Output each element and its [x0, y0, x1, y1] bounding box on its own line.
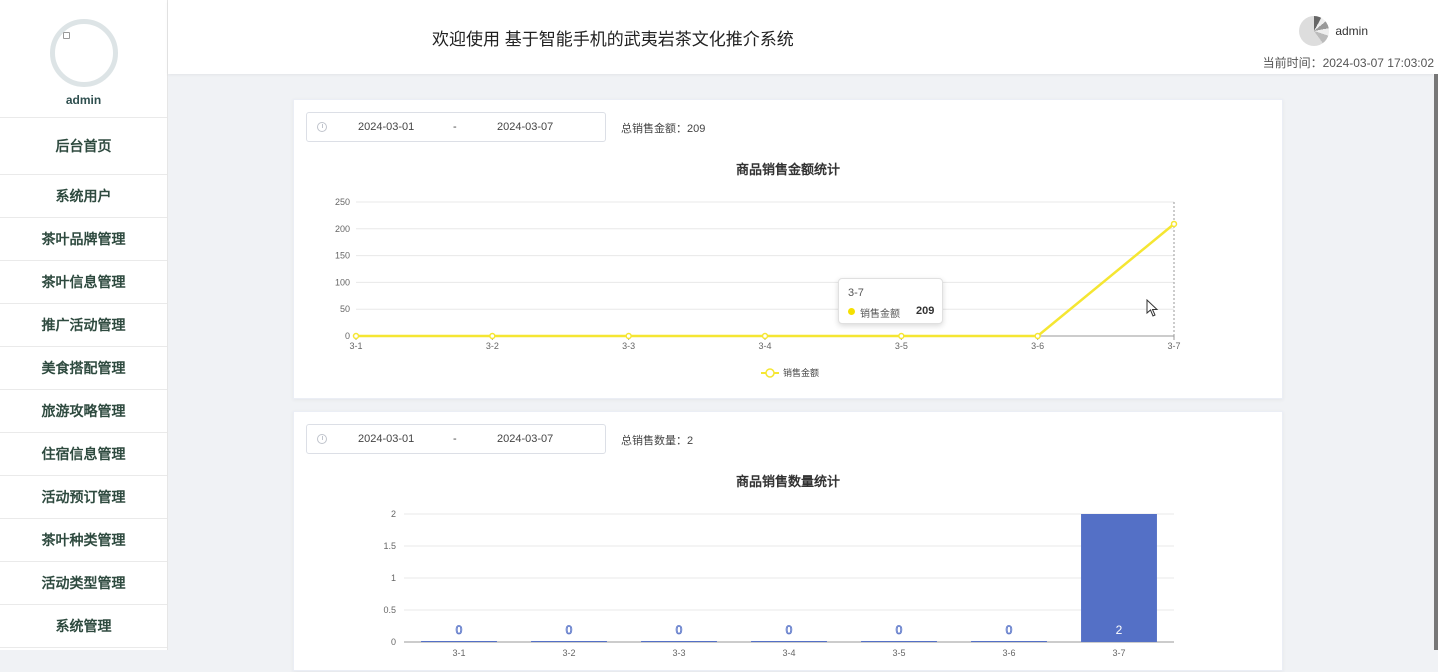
- sales-quantity-card: 2024-03-01 - 2024-03-07 总销售数量：2 商品销售数量统计…: [293, 411, 1283, 671]
- sidebar-item-tea-info[interactable]: 茶叶信息管理: [0, 261, 167, 304]
- bar-data-label: 0: [676, 623, 683, 637]
- sidebar-item-booking[interactable]: 活动预订管理: [0, 476, 167, 519]
- x-tick-label: 3-6: [1031, 341, 1044, 351]
- y-tick-label: 0: [345, 331, 350, 341]
- bar: [971, 641, 1047, 642]
- y-tick-label: 200: [335, 224, 350, 234]
- bar-data-label: 0: [1006, 623, 1013, 637]
- sidebar-item-activity-type[interactable]: 活动类型管理: [0, 562, 167, 605]
- sidebar-item-tea-brand[interactable]: 茶叶品牌管理: [0, 218, 167, 261]
- tooltip-series-marker: [848, 308, 855, 315]
- sidebar-item-promotion[interactable]: 推广活动管理: [0, 304, 167, 347]
- sidebar-item-travel-guide[interactable]: 旅游攻略管理: [0, 390, 167, 433]
- y-tick-label: 0: [391, 637, 396, 647]
- sidebar-item-lodging[interactable]: 住宿信息管理: [0, 433, 167, 476]
- bar-data-label: 2: [1116, 623, 1123, 637]
- broken-image-icon: [62, 32, 70, 39]
- data-point: [1170, 220, 1178, 228]
- x-tick-label: 3-7: [1167, 341, 1180, 351]
- bar: [421, 641, 497, 642]
- sidebar-profile: admin: [0, 0, 167, 118]
- header: 欢迎使用 基于智能手机的武夷岩茶文化推介系统 admin 当前时间：2024-0…: [168, 0, 1438, 74]
- tooltip-value: 209: [916, 305, 935, 317]
- data-point: [625, 332, 632, 340]
- y-tick-label: 100: [335, 277, 350, 287]
- bar-data-label: 0: [786, 623, 793, 637]
- y-tick-label: 2: [391, 509, 396, 519]
- sidebar-item-food-pairing[interactable]: 美食搭配管理: [0, 347, 167, 390]
- sidebar-item-home[interactable]: 后台首页: [0, 118, 167, 175]
- bar-data-label: 0: [456, 623, 463, 637]
- x-tick-label: 3-1: [349, 341, 362, 351]
- data-point: [1034, 332, 1041, 340]
- y-tick-label: 250: [335, 197, 350, 207]
- sidebar-item-system-users[interactable]: 系统用户: [0, 175, 167, 218]
- y-tick-label: 50: [340, 304, 350, 314]
- data-point: [489, 332, 496, 340]
- y-tick-label: 1.5: [383, 541, 396, 551]
- data-point: [898, 332, 905, 340]
- tooltip-series-name: 销售金额: [860, 309, 900, 320]
- legend-label: 销售金额: [783, 367, 819, 378]
- sidebar: admin 后台首页 系统用户 茶叶品牌管理 茶叶信息管理 推广活动管理 美食搭…: [0, 0, 168, 650]
- y-tick-label: 0.5: [383, 605, 396, 615]
- user-avatar-icon[interactable]: [1299, 16, 1330, 46]
- x-tick-label: 3-2: [486, 341, 499, 351]
- data-point: [352, 332, 360, 340]
- header-username[interactable]: admin: [1335, 24, 1368, 38]
- bar-chart[interactable]: 00.511.5203-103-203-303-403-503-623-7: [294, 412, 1284, 672]
- bar-data-label: 0: [566, 623, 573, 637]
- legend-marker: [765, 368, 775, 378]
- header-user[interactable]: admin: [1299, 16, 1368, 46]
- sidebar-username: admin: [65, 93, 102, 107]
- sidebar-item-tea-category[interactable]: 茶叶种类管理: [0, 519, 167, 562]
- avatar[interactable]: [49, 19, 118, 87]
- bar: [641, 641, 717, 642]
- sidebar-menu: 后台首页 系统用户 茶叶品牌管理 茶叶信息管理 推广活动管理 美食搭配管理 旅游…: [0, 118, 167, 648]
- data-point: [761, 332, 769, 340]
- bar-data-label: 0: [896, 623, 903, 637]
- x-tick-label: 3-3: [622, 341, 635, 351]
- current-time: 当前时间：2024-03-07 17:03:02: [1262, 56, 1434, 70]
- page-title: 欢迎使用 基于智能手机的武夷岩茶文化推介系统: [432, 30, 794, 49]
- sidebar-item-system[interactable]: 系统管理: [0, 605, 167, 648]
- bar: [861, 641, 937, 642]
- sales-amount-card: 2024-03-01 - 2024-03-07 总销售金额：209 商品销售金额…: [293, 99, 1283, 399]
- bar: [751, 641, 827, 642]
- tooltip-category: 3-7: [848, 287, 864, 299]
- x-tick-label: 3-5: [895, 341, 908, 351]
- mouse-cursor-icon: [1146, 299, 1159, 317]
- series-line: [356, 223, 1175, 338]
- y-tick-label: 1: [391, 573, 396, 583]
- x-tick-label: 3-4: [758, 341, 771, 351]
- chart-tooltip: 3-7 销售金额 209: [838, 278, 943, 324]
- y-tick-label: 150: [335, 251, 350, 261]
- line-chart[interactable]: 0 50 100 150 200 250 3-1 3-2 3-3 3-4 3-5 3-6 3-7 销售金额: [294, 100, 1284, 400]
- scrollbar-thumb[interactable]: [1434, 74, 1438, 650]
- bar: [531, 641, 607, 642]
